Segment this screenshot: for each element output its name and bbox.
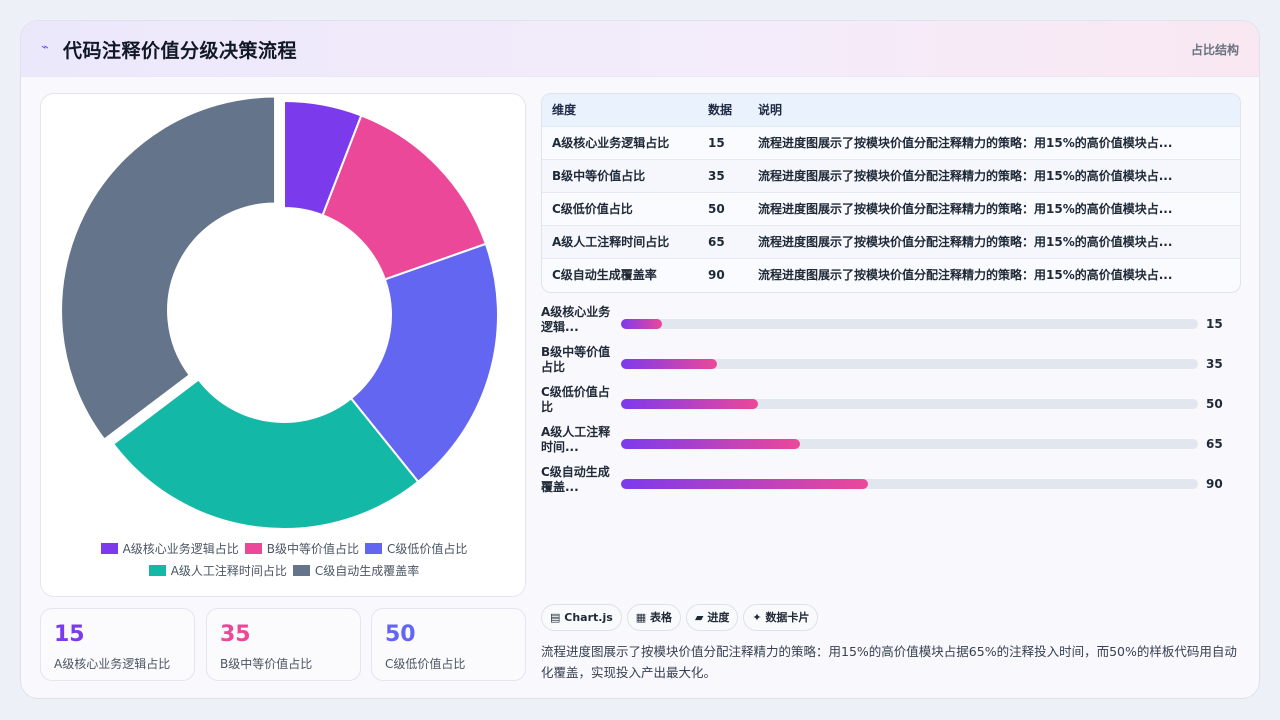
stat-card: 50 C级低价值占比 [371, 608, 526, 681]
tag-chart-js[interactable]: ▤ Chart.js [541, 604, 622, 631]
table-row: C级低价值占比 50 流程进度图展示了按模块价值分配注释精力的策略：用15%的高价值… [542, 191, 1240, 225]
table-cell: 35 [698, 158, 748, 192]
tag-label: 表格 [650, 611, 673, 624]
progress-fill [621, 359, 718, 369]
legend-swatch [365, 543, 383, 554]
table-cell: 流程进度图展示了按模块价值分配注释精力的策略：用15%的高价值模块占... [748, 257, 1240, 291]
stat-value: 15 [54, 622, 85, 647]
table-cell: 90 [698, 257, 748, 291]
table-cell: 50 [698, 191, 748, 225]
progress-row: C级自动生成覆盖... 90 [541, 465, 1241, 505]
column-header: 维度 [542, 94, 698, 126]
card-icon: ✦ [752, 611, 762, 624]
tag-label: 进度 [707, 611, 730, 624]
summary-text: 流程进度图展示了按模块价值分配注释精力的策略：用15%的高价值模块占据65%的注… [541, 644, 1237, 680]
tag--[interactable]: ▦ 表格 [626, 604, 682, 631]
table-row: A级人工注释时间占比 65 流程进度图展示了按模块价值分配注释精力的策略：用15%的… [542, 224, 1240, 258]
table-cell: B级中等价值占比 [542, 158, 698, 192]
tag-label: Chart.js [564, 611, 613, 624]
progress-value: 50 [1206, 397, 1223, 411]
legend-label: C级自动生成覆盖率 [314, 564, 420, 578]
stat-card: 15 A级核心业务逻辑占比 [40, 608, 195, 681]
legend-swatch [148, 565, 166, 576]
progress-value: 90 [1206, 477, 1223, 491]
legend-swatch [100, 543, 118, 554]
stat-value: 35 [220, 622, 251, 647]
progress-label: A级人工注释时间... [541, 425, 611, 454]
dashboard-card: ⌁ 代码注释价值分级决策流程 占比结构 A级核心业务逻辑占比 B级中等价值占比 C级… [20, 20, 1260, 699]
table-cell: 流程进度图展示了按模块价值分配注释精力的策略：用15%的高价值模块占... [748, 191, 1240, 225]
legend-item[interactable]: A级人工注释时间占比 [148, 560, 287, 582]
tag--[interactable]: ✦ 数据卡片 [743, 604, 819, 631]
legend-item[interactable]: B级中等价值占比 [244, 538, 360, 560]
table-icon: ▦ [635, 611, 647, 624]
progress-track [621, 319, 1198, 329]
table-cell: A级核心业务逻辑占比 [542, 125, 698, 159]
progress-bars: A级核心业务逻辑... 15 B级中等价值占比 35 C级低价值占比 50 A级人工注释时间… [541, 305, 1241, 505]
progress-value: 65 [1206, 437, 1223, 451]
progress-label: C级自动生成覆盖... [541, 465, 610, 494]
progress-label: A级核心业务逻辑... [541, 305, 611, 334]
progress-row: A级核心业务逻辑... 15 [541, 305, 1241, 345]
progress-fill [621, 319, 663, 329]
progress-row: B级中等价值占比 35 [541, 345, 1241, 385]
legend-label: C级低价值占比 [387, 542, 468, 556]
header-tag: 占比结构 [1190, 43, 1239, 57]
stat-card: 35 B级中等价值占比 [206, 608, 361, 681]
table-cell: 流程进度图展示了按模块价值分配注释精力的策略：用15%的高价值模块占... [748, 158, 1240, 192]
pie-slice[interactable] [60, 95, 277, 441]
progress-fill [621, 399, 759, 409]
table-cell: 15 [698, 125, 748, 159]
progress-track [621, 359, 1198, 369]
sparkle-icon: ⌁ [41, 40, 49, 55]
legend-item[interactable]: C级自动生成覆盖率 [292, 560, 420, 582]
doughnut-chart-panel: A级核心业务逻辑占比 B级中等价值占比 C级低价值占比 A级人工注释时间占比 C级自动生… [40, 93, 526, 597]
progress-track [621, 479, 1198, 489]
table-cell: A级人工注释时间占比 [542, 224, 698, 258]
legend-swatch [292, 565, 310, 576]
tag-list: ▤ Chart.js ▦ 表格 ▰ 进度 ✦ 数据卡片 [541, 604, 823, 632]
table-cell: 流程进度图展示了按模块价值分配注释精力的策略：用15%的高价值模块占... [748, 224, 1240, 258]
chart-icon: ▤ [550, 611, 561, 624]
progress-value: 15 [1206, 317, 1223, 331]
progress-icon: ▰ [695, 611, 704, 624]
table-row: C级自动生成覆盖率 90 流程进度图展示了按模块价值分配注释精力的策略：用15%的高… [542, 257, 1240, 291]
stat-label: B级中等价值占比 [220, 657, 313, 671]
header: ⌁ 代码注释价值分级决策流程 占比结构 [21, 21, 1259, 77]
table-cell: C级自动生成覆盖率 [542, 257, 698, 291]
table-cell: 流程进度图展示了按模块价值分配注释精力的策略：用15%的高价值模块占... [748, 125, 1240, 159]
stat-label: C级低价值占比 [385, 657, 466, 671]
legend-swatch [244, 543, 262, 554]
tag-label: 数据卡片 [765, 611, 810, 624]
progress-value: 35 [1206, 357, 1223, 371]
data-table: 维度 数据 说明 A级核心业务逻辑占比 15 流程进度图展示了按模块价值分配注释精力… [541, 93, 1241, 293]
progress-label: B级中等价值占比 [541, 345, 611, 374]
table-cell: C级低价值占比 [542, 191, 698, 225]
progress-row: A级人工注释时间... 65 [541, 425, 1241, 465]
doughnut-chart [60, 95, 499, 530]
stat-label: A级核心业务逻辑占比 [54, 657, 171, 671]
legend-item[interactable]: C级低价值占比 [365, 538, 467, 560]
stat-value: 50 [385, 622, 416, 647]
table-cell: 65 [698, 224, 748, 258]
progress-label: C级低价值占比 [541, 385, 610, 414]
chart-legend: A级核心业务逻辑占比 B级中等价值占比 C级低价值占比 A级人工注释时间占比 C级自动生… [41, 538, 527, 582]
table-row: B级中等价值占比 35 流程进度图展示了按模块价值分配注释精力的策略：用15%的高价… [542, 158, 1240, 192]
column-header: 说明 [748, 94, 1240, 126]
progress-fill [621, 439, 800, 449]
legend-label: B级中等价值占比 [266, 542, 360, 556]
progress-fill [621, 479, 869, 489]
legend-label: A级核心业务逻辑占比 [122, 542, 239, 556]
page-title: 代码注释价值分级决策流程 [63, 40, 298, 62]
tag--[interactable]: ▰ 进度 [686, 604, 739, 631]
legend-item[interactable]: A级核心业务逻辑占比 [100, 538, 239, 560]
legend-label: A级人工注释时间占比 [170, 564, 287, 578]
table-header-row: 维度 数据 说明 [542, 94, 1240, 126]
column-header: 数据 [698, 94, 748, 126]
progress-row: C级低价值占比 50 [541, 385, 1241, 425]
progress-track [621, 399, 1198, 409]
table-row: A级核心业务逻辑占比 15 流程进度图展示了按模块价值分配注释精力的策略：用15%的… [542, 125, 1240, 159]
progress-track [621, 439, 1198, 449]
